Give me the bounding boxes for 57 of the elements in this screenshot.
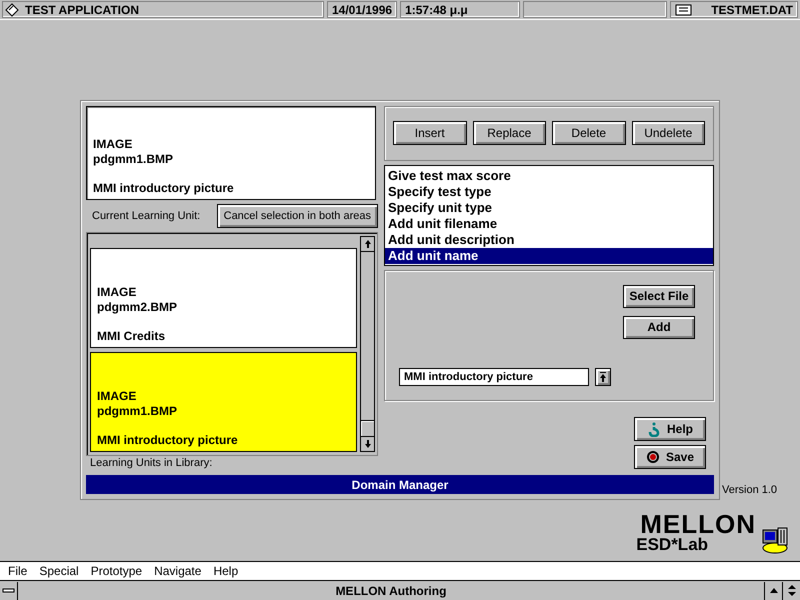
library-item[interactable]: IMAGE pdgmm2.BMP MMI Credits bbox=[90, 248, 357, 348]
record-icon bbox=[646, 450, 660, 464]
product-logo: MELLON bbox=[640, 512, 756, 536]
library-item[interactable]: IMAGE pdgmm1.BMP MMI introductory picture bbox=[90, 352, 357, 452]
application-name: TEST APPLICATION bbox=[25, 2, 139, 16]
step-item[interactable]: Give test max score bbox=[385, 168, 713, 184]
menu-item[interactable]: File bbox=[4, 564, 36, 578]
menu-item[interactable]: Navigate bbox=[150, 564, 210, 578]
step-item[interactable]: Specify unit type bbox=[385, 200, 713, 216]
step-item[interactable]: Add unit name bbox=[385, 248, 713, 264]
unit-type: IMAGE bbox=[93, 137, 134, 152]
lab-name: ESD*Lab bbox=[636, 536, 708, 554]
library-label: Learning Units in Library: bbox=[89, 456, 214, 471]
help-button[interactable]: Help bbox=[634, 417, 706, 441]
step-item[interactable]: Add unit filename bbox=[385, 216, 713, 232]
save-button[interactable]: Save bbox=[634, 445, 706, 469]
minus-icon bbox=[2, 586, 15, 595]
version-label: Version 1.0 bbox=[722, 484, 778, 496]
time-field: 1:57:48 μ.μ bbox=[400, 1, 520, 18]
unit-filename: pdgmm1.BMP bbox=[93, 152, 174, 167]
unit-title: MMI introductory picture bbox=[93, 181, 235, 196]
edit-button[interactable]: Replace bbox=[472, 121, 546, 146]
menu-item[interactable]: Special bbox=[35, 564, 87, 578]
unit-filename: pdgmm1.BMP bbox=[97, 404, 178, 419]
menu-item[interactable]: Help bbox=[209, 564, 246, 578]
arrow-down-icon bbox=[364, 439, 372, 449]
question-mark-icon bbox=[646, 422, 661, 436]
current-unit-label: Current Learning Unit: bbox=[91, 208, 200, 224]
arrow-up-icon bbox=[599, 372, 607, 382]
menu-item[interactable]: Prototype bbox=[86, 564, 150, 578]
unit-title: MMI introductory picture bbox=[97, 433, 239, 448]
scroll-thumb[interactable] bbox=[361, 420, 374, 436]
unit-type: IMAGE bbox=[97, 285, 138, 300]
dialog-title: Domain Manager bbox=[86, 475, 714, 494]
edit-button[interactable]: Undelete bbox=[632, 121, 705, 146]
select-file-button[interactable]: Select File bbox=[623, 284, 695, 308]
document-icon bbox=[675, 4, 692, 16]
scrollbar[interactable] bbox=[360, 236, 375, 452]
arrow-up-icon bbox=[364, 239, 372, 249]
date-field: 14/01/1996 bbox=[327, 1, 398, 18]
unit-type: IMAGE bbox=[97, 389, 138, 404]
add-button[interactable]: Add bbox=[623, 316, 695, 339]
file-name: TESTMET.DAT bbox=[711, 2, 793, 16]
edit-button[interactable]: Delete bbox=[552, 121, 626, 146]
computer-icon bbox=[760, 526, 790, 554]
dropdown-button[interactable] bbox=[595, 368, 611, 386]
up-down-arrow-icon bbox=[786, 584, 796, 597]
window-title: MELLON Authoring bbox=[334, 584, 448, 598]
step-item[interactable]: Add unit description bbox=[385, 232, 713, 248]
cancel-selection-button[interactable]: Cancel selection in both areas bbox=[216, 204, 378, 228]
system-menu-button[interactable] bbox=[0, 582, 18, 600]
unit-filename: pdgmm2.BMP bbox=[97, 300, 178, 315]
unit-title: MMI Credits bbox=[97, 329, 166, 344]
step-item[interactable]: Specify test type bbox=[385, 184, 713, 200]
edit-button[interactable]: Insert bbox=[393, 121, 466, 146]
unit-name-field[interactable]: MMI introductory picture bbox=[399, 368, 589, 386]
triangle-up-icon bbox=[768, 586, 778, 595]
